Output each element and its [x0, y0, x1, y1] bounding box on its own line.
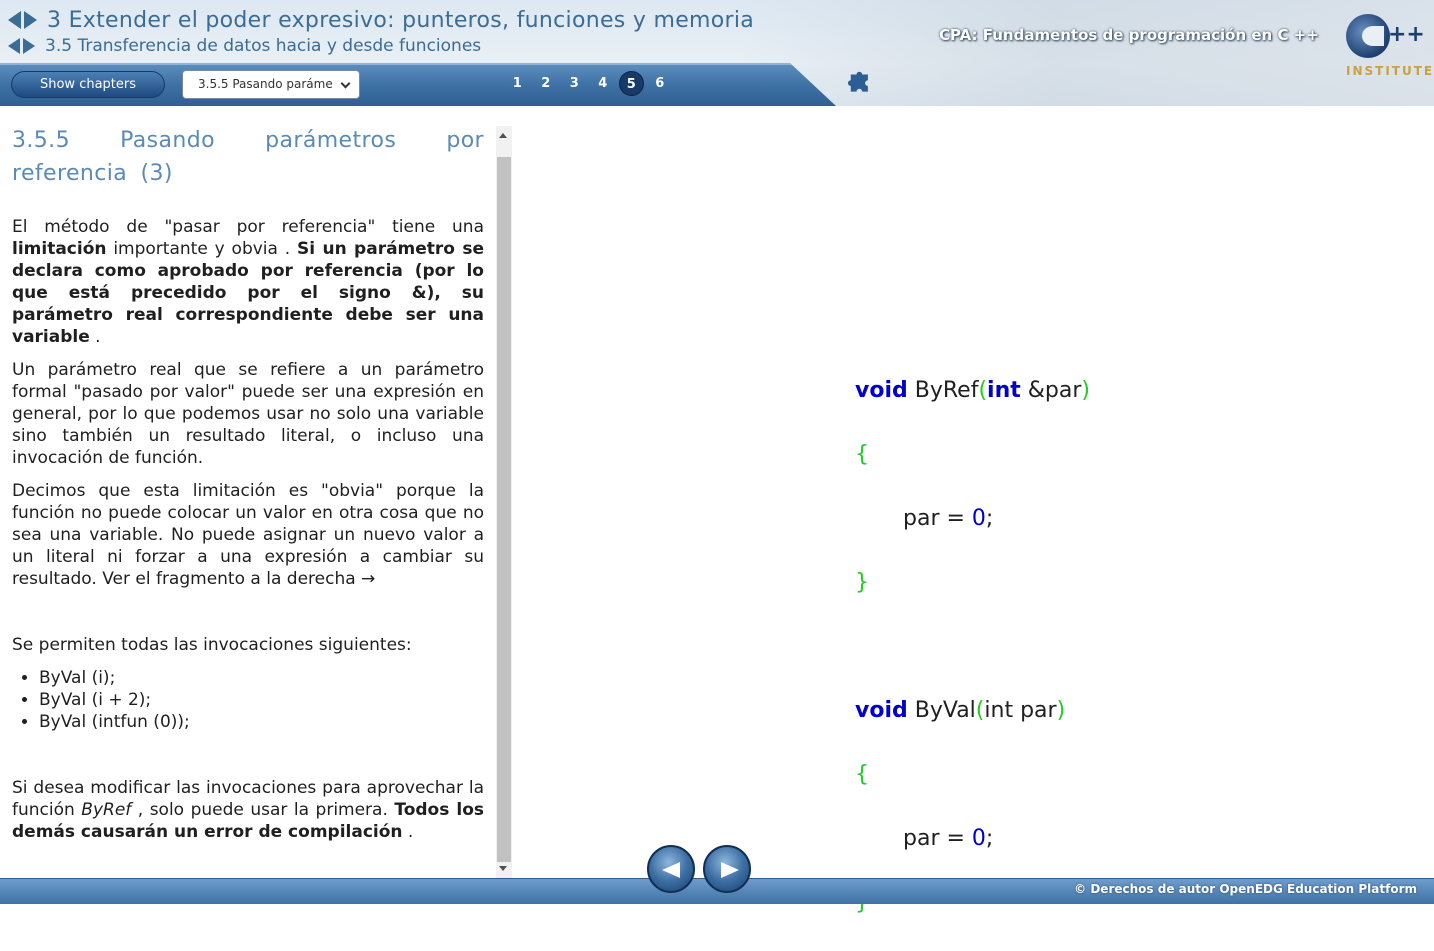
show-chapters-button[interactable]: Show chapters: [11, 71, 165, 98]
section-prev-icon[interactable]: [8, 38, 20, 54]
section-nav-arrows: [8, 38, 35, 54]
page-4-button[interactable]: 4: [591, 71, 616, 96]
page-6-button[interactable]: 6: [648, 71, 673, 96]
course-title: CPA: Fundamentos de programación en C ++: [939, 26, 1319, 44]
next-page-button[interactable]: [703, 845, 751, 893]
paragraph-4: Se permiten todas las invocaciones sigui…: [12, 635, 412, 655]
code-snippet: void ByRef(int &par) { par = 0; } void B…: [855, 378, 1090, 915]
page-5-button[interactable]: 5: [619, 71, 644, 96]
paragraph-3: Decimos que esta limitación es "obvia" p…: [12, 481, 484, 589]
chapter-prev-icon[interactable]: [8, 11, 21, 29]
section-title[interactable]: 3.5 Transferencia de datos hacia y desde…: [45, 36, 481, 56]
invocation-list: ByVal (i); ByVal (i + 2); ByVal (intfun …: [12, 667, 484, 733]
list-item: ByVal (intfun (0));: [39, 711, 484, 733]
list-item: ByVal (i + 2);: [39, 689, 484, 711]
lesson-text-panel: 3.5.5 Pasando parámetros por referencia …: [0, 126, 496, 878]
logo-c-icon: [1346, 14, 1390, 58]
cpp-institute-logo: ++ INSTITUTE: [1344, 12, 1432, 82]
page-3-button[interactable]: 3: [562, 71, 587, 96]
page-2-button[interactable]: 2: [534, 71, 559, 96]
scroll-up-icon[interactable]: [499, 133, 507, 138]
header-background-photo: [734, 0, 1434, 106]
chapter-next-icon[interactable]: [24, 11, 37, 29]
paragraph-1: El método de "pasar por referencia" tien…: [12, 217, 484, 347]
chevron-down-icon: [340, 78, 351, 89]
chapter-nav-arrows: [8, 11, 37, 29]
section-breadcrumb: 3.5 Transferencia de datos hacia y desde…: [8, 35, 481, 57]
section-select-value: 3.5.5 Pasando parámetros por referencia …: [198, 77, 333, 91]
section-next-icon[interactable]: [23, 38, 35, 54]
prev-page-button[interactable]: [647, 845, 695, 893]
puzzle-icon[interactable]: [847, 70, 875, 98]
chapter-breadcrumb: 3 Extender el poder expresivo: punteros,…: [8, 6, 754, 34]
toolbar-highlight: [0, 63, 792, 65]
section-select[interactable]: 3.5.5 Pasando parámetros por referencia …: [182, 70, 360, 99]
logo-plusplus: ++: [1388, 22, 1425, 47]
chapter-title[interactable]: 3 Extender el poder expresivo: punteros,…: [47, 8, 754, 33]
list-item: ByVal (i);: [39, 667, 484, 689]
scroll-thumb[interactable]: [497, 157, 511, 862]
arrow-right-icon: [721, 862, 739, 878]
text-scrollbar[interactable]: [496, 126, 512, 878]
logo-institute-text: INSTITUTE: [1346, 64, 1434, 78]
page-pagination: 1 2 3 4 5 6: [505, 71, 672, 96]
page-1-button[interactable]: 1: [505, 71, 530, 96]
paragraph-2: Un parámetro real que se refiere a un pa…: [12, 360, 484, 468]
copyright-text: © Derechos de autor OpenEDG Education Pl…: [1074, 882, 1417, 896]
scroll-down-icon[interactable]: [499, 866, 507, 871]
arrow-left-icon: [662, 862, 680, 878]
paragraph-5: Si desea modificar las invocaciones para…: [12, 778, 485, 842]
page-heading: 3.5.5 Pasando parámetros por referencia …: [12, 128, 484, 186]
